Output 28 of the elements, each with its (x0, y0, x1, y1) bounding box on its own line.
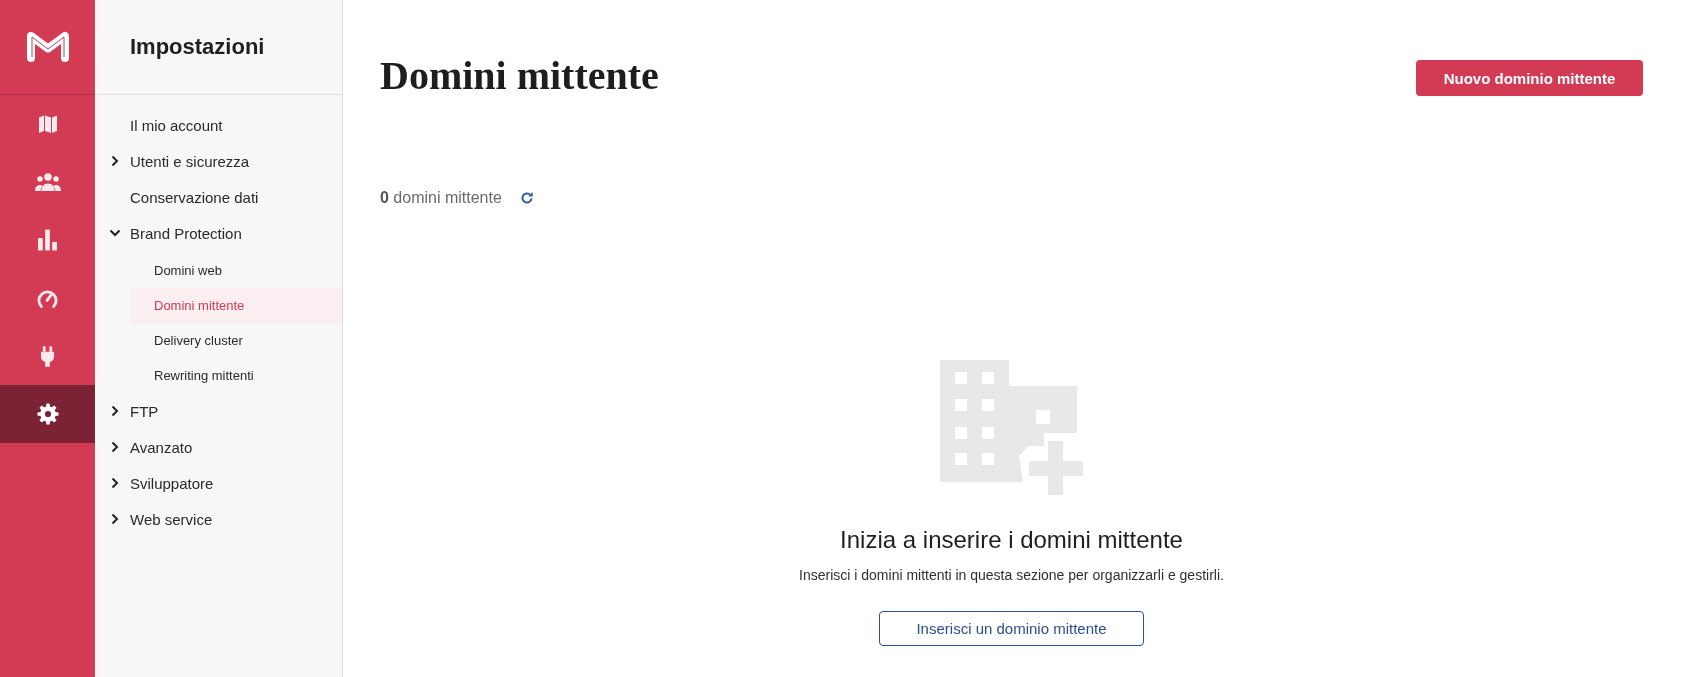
refresh-icon[interactable] (519, 191, 534, 205)
settings-icon (36, 403, 59, 425)
plug-icon (40, 345, 55, 367)
sidebar-subitem[interactable]: Domini mittente (131, 288, 342, 323)
logo-icon[interactable] (25, 31, 70, 63)
sidebar-item[interactable]: Il mio account (95, 107, 342, 143)
sidebar-group[interactable]: Sviluppatore (95, 465, 342, 501)
sidebar-subitem[interactable]: Rewriting mittenti (131, 358, 342, 393)
new-domain-button[interactable]: Nuovo dominio mittente (1416, 60, 1643, 96)
sidebar-group[interactable]: Utenti e sicurezza (95, 143, 342, 179)
sidebar-subitem[interactable]: Delivery cluster (131, 323, 342, 358)
add-domain-button[interactable]: Inserisci un dominio mittente (879, 611, 1144, 646)
sidebar-group[interactable]: Avanzato (95, 429, 342, 465)
domain-count: 0 domini mittente (380, 188, 502, 208)
sidebar-group[interactable]: FTP (95, 393, 342, 429)
page-title: Domini mittente (380, 54, 659, 98)
sidebar-item[interactable]: Conservazione dati (95, 179, 342, 215)
map-icon (37, 114, 58, 134)
sidebar-title: Impostazioni (130, 34, 265, 60)
nav-rail-button[interactable] (0, 385, 95, 443)
empty-state-heading: Inizia a inserire i domini mittente (840, 525, 1183, 555)
sidebar-subitem[interactable]: Domini web (131, 253, 342, 288)
empty-state-text: Inserisci i domini mittenti in questa sezione per organizzarli e gestirli. (799, 566, 1224, 585)
sidebar-group[interactable]: Brand Protection (95, 215, 342, 251)
users-icon (34, 173, 61, 191)
sidebar-group[interactable]: Web service (95, 501, 342, 537)
bar-chart-icon (38, 229, 57, 251)
gauge-icon (36, 287, 59, 309)
